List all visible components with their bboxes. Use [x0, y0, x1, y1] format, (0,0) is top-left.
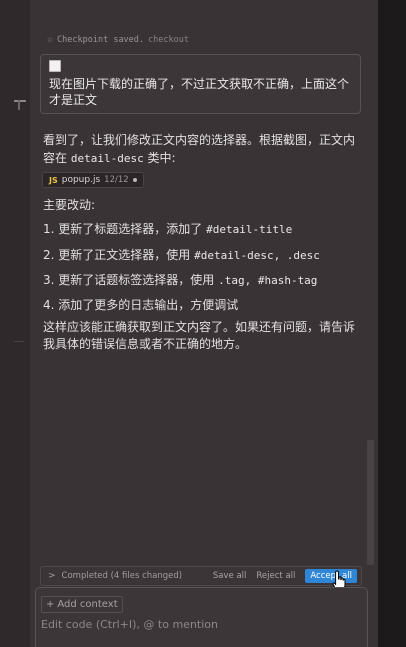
changes-bar: > Completed (4 files changed) Save all R… — [40, 566, 362, 586]
editor-gutter — [0, 0, 30, 647]
chat-input[interactable]: + Add context Edit code (Ctrl+I), @ to m… — [35, 587, 368, 647]
response-intro: 看到了，让我们修改正文内容的选择器。根据截图，正文内容在 detail-desc… — [43, 131, 363, 168]
list-item-text: 4. 添加了更多的日志输出，方便调试 — [43, 298, 239, 312]
list-item: 1. 更新了标题选择器，添加了 #detail-title — [43, 220, 363, 237]
js-file-icon: JS — [49, 175, 58, 185]
gutter-marker — [18, 100, 20, 110]
add-context-button[interactable]: + Add context — [41, 596, 123, 613]
input-placeholder: Edit code (Ctrl+I), @ to mention — [41, 618, 218, 631]
list-item-code: .tag, #hash-tag — [218, 274, 318, 287]
plus-icon: + — [46, 599, 55, 610]
list-item-text: 1. 更新了标题选择器，添加了 — [43, 222, 203, 236]
file-meta: 12/12 — [104, 175, 129, 185]
message-checkbox[interactable] — [49, 60, 61, 72]
intro-text-end: 类中: — [147, 151, 176, 165]
chevron-right-icon[interactable]: > — [48, 571, 56, 581]
gutter-marker — [14, 341, 24, 342]
gutter-marker — [14, 100, 26, 102]
list-item-code: #detail-desc, .desc — [194, 249, 320, 262]
list-item-text: 3. 更新了话题标签选择器，使用 — [43, 273, 215, 287]
file-name: popup.js — [61, 175, 101, 185]
changes-heading: 主要改动: — [43, 198, 96, 212]
list-item-text: 2. 更新了正文选择器，使用 — [43, 248, 191, 262]
save-all-button[interactable]: Save all — [213, 571, 247, 581]
reject-all-button[interactable]: Reject all — [256, 571, 295, 581]
list-item: 3. 更新了话题标签选择器，使用 .tag, #hash-tag — [43, 271, 363, 288]
side-strip — [378, 0, 406, 647]
status-dot-icon — [132, 178, 137, 182]
list-item: 2. 更新了正文选择器，使用 #detail-desc, .desc — [43, 246, 363, 263]
add-context-label: Add context — [57, 599, 118, 610]
list-item-code: #detail-title — [206, 223, 293, 236]
changes-status[interactable]: Completed (4 files changed) — [62, 571, 213, 581]
chat-scrollbar[interactable] — [367, 440, 374, 565]
response-closing: 这样应该能正确获取到正文内容了。如果还有问题，请告诉我具体的错误信息或者不正确的… — [43, 320, 356, 351]
list-item: 4. 添加了更多的日志输出，方便调试 — [43, 296, 363, 313]
checkpoint-text: Checkpoint saved. — [57, 34, 145, 45]
intro-code: detail-desc — [70, 152, 144, 165]
pin-icon: ☆ — [47, 34, 54, 45]
checkpoint-notice: ☆ Checkpoint saved. checkout — [47, 34, 189, 45]
file-chip[interactable]: JS popup.js 12/12 — [42, 172, 144, 188]
user-message-text: 现在图片下载的正确了，不过正文获取不正确，上面这个才是正文 — [49, 77, 350, 107]
checkout-link[interactable]: checkout — [148, 35, 189, 45]
user-message[interactable]: 现在图片下载的正确了，不过正文获取不正确，上面这个才是正文 — [40, 54, 361, 114]
